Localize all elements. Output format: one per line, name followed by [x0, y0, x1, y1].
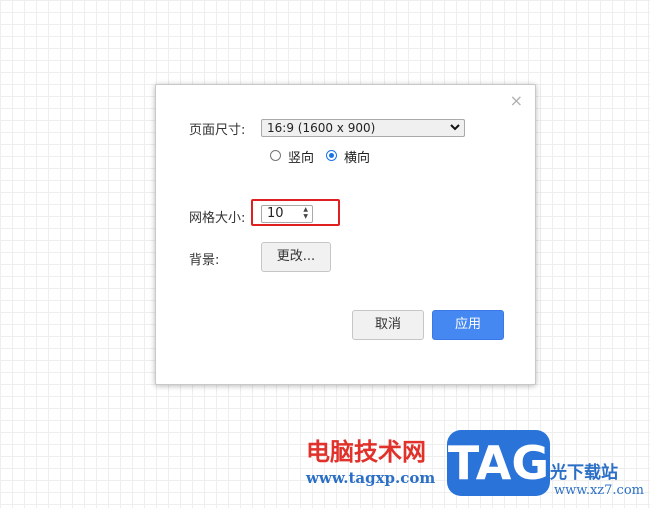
watermark-brand: 电脑技术网	[306, 438, 426, 466]
radio-landscape-label: 横向	[344, 151, 371, 166]
close-icon[interactable]: ×	[510, 93, 523, 109]
watermark-url-2: www.xz7.com	[554, 483, 644, 498]
page-setup-dialog: × 页面尺寸: 16:9 (1600 x 900) 竖向 横向 网格大小: 10…	[155, 84, 536, 385]
spinner-arrows-icon[interactable]: ▲ ▼	[303, 206, 308, 220]
grid-size-value: 10	[267, 206, 284, 221]
watermark-url: www.tagxp.com	[306, 469, 436, 487]
page-size-value: 16:9 (1600 x 900)	[267, 121, 376, 135]
radio-portrait-label: 竖向	[288, 151, 315, 166]
chevron-down-icon	[450, 124, 460, 131]
radio-portrait[interactable]	[270, 150, 281, 161]
grid-size-input[interactable]: 10 ▲ ▼	[261, 205, 313, 223]
change-background-button[interactable]: 更改...	[261, 242, 331, 272]
background-label: 背景:	[189, 253, 220, 268]
tag-logo: TAG	[447, 430, 550, 496]
grid-size-label: 网格大小:	[189, 211, 246, 226]
page-size-label: 页面尺寸:	[189, 123, 246, 138]
watermark-brand-2: 光下载站	[550, 463, 618, 483]
apply-button[interactable]: 应用	[432, 310, 504, 340]
page-size-select[interactable]: 16:9 (1600 x 900)	[261, 119, 465, 137]
radio-landscape[interactable]	[326, 150, 337, 161]
cancel-button[interactable]: 取消	[352, 310, 424, 340]
